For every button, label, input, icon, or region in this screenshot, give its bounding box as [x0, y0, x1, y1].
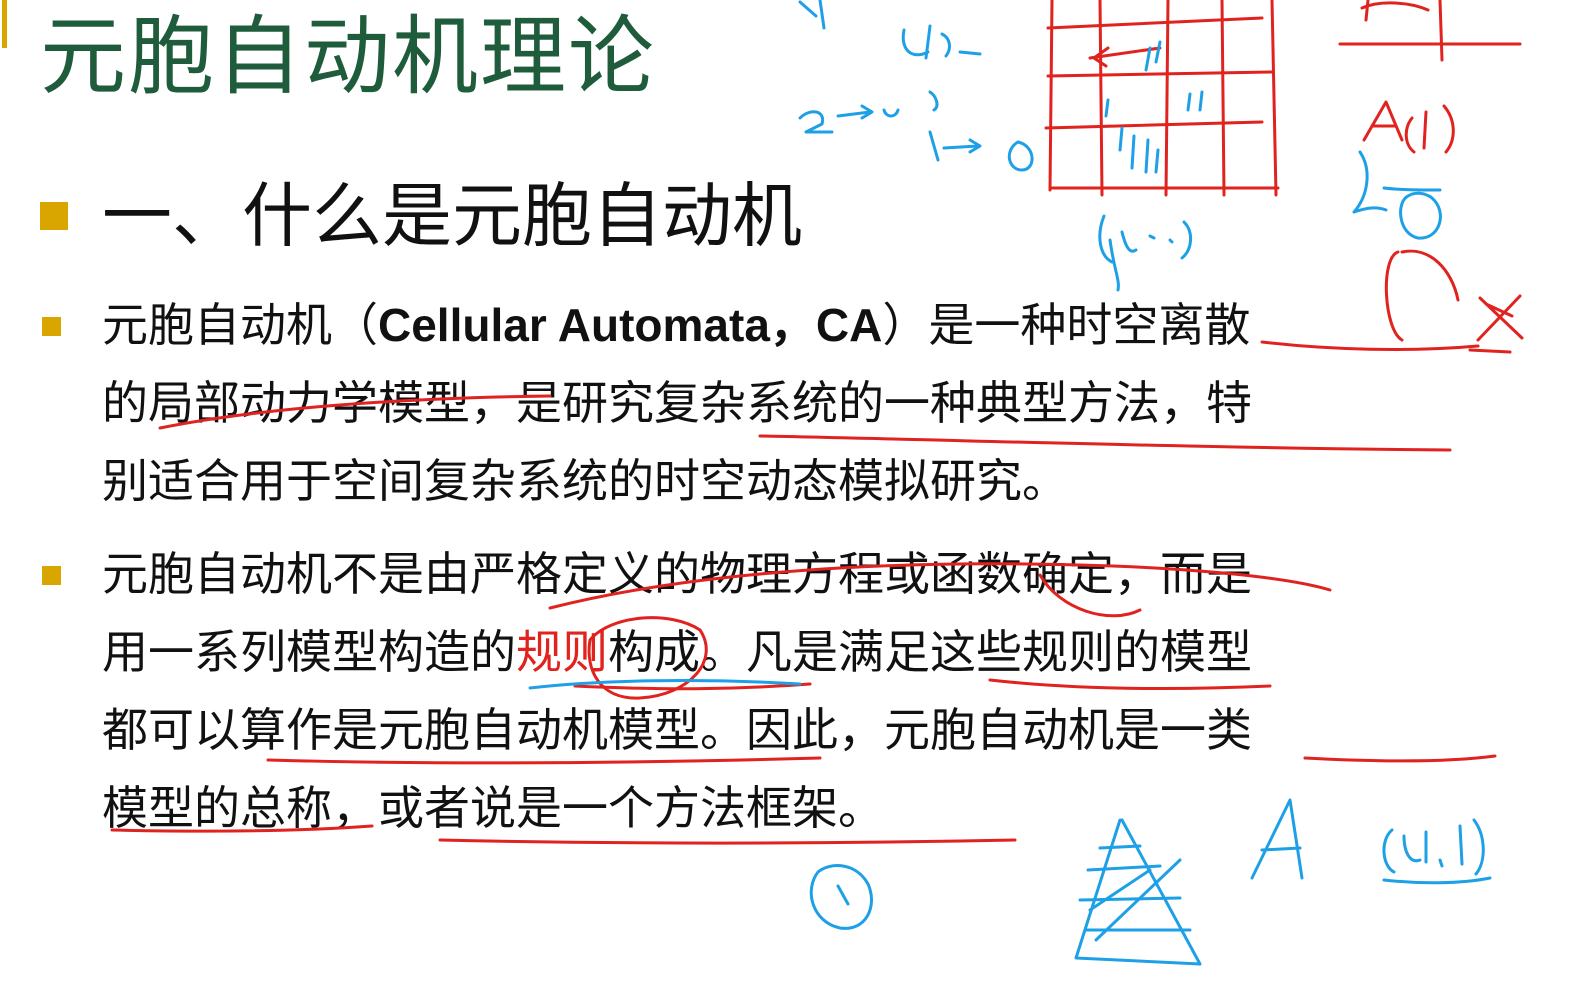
slide-accent-bar [2, 0, 7, 48]
square-bullet-icon [42, 566, 61, 585]
highlighted-word-rules: 规则 [516, 625, 608, 679]
square-bullet-icon [42, 317, 61, 336]
text-run: 构成。凡是满足这些规则的模型 [608, 625, 1252, 679]
section-heading-row: 一、什么是元胞自动机 [40, 168, 802, 264]
red-top-right-notes [1338, 0, 1524, 354]
paragraph-line: 元胞自动机不是由严格定义的物理方程或函数确定，而是 [102, 547, 1252, 601]
paragraph-line: 别适合用于空间复杂系统的时空动态模拟研究。 [102, 454, 1068, 508]
paragraph-line: 的局部动力学模型，是研究复杂系统的一种典型方法，特 [102, 376, 1252, 430]
paragraph-line: 都可以算作是元胞自动机模型。因此，元胞自动机是一类 [102, 703, 1252, 757]
slide-title: 元胞自动机理论 [40, 7, 656, 107]
text-run: 元胞自动机（ [102, 298, 378, 352]
square-bullet-icon [40, 202, 68, 230]
text-run: 用一系列模型构造的 [102, 625, 516, 679]
section-heading: 一、什么是元胞自动机 [102, 175, 802, 257]
red-grid-sketch [1044, 0, 1280, 197]
paragraph-line: 用一系列模型构造的规则构成。凡是满足这些规则的模型 [102, 613, 1252, 691]
paragraph-line: 模型的总称，或者说是一个方法框架。 [102, 781, 884, 835]
slide: 元胞自动机理论 一、什么是元胞自动机 元胞自动机（Cellular Automa… [0, 0, 1582, 1000]
text-run: ）是一种时空离散 [882, 298, 1251, 352]
paragraph-line: 元胞自动机（Cellular Automata，CA）是一种时空离散 [102, 286, 1250, 364]
text-run-latin: Cellular Automata，CA [378, 299, 883, 351]
